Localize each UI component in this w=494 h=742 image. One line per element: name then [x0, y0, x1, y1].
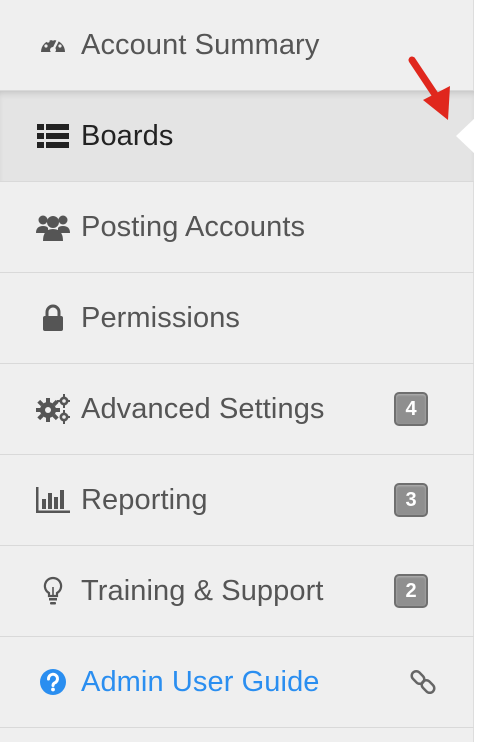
gears-icon — [36, 392, 70, 426]
dashboard-icon — [36, 28, 70, 62]
question-circle-icon — [36, 665, 70, 699]
lock-icon — [36, 301, 70, 335]
sidebar-item-advanced-settings[interactable]: Advanced Settings 4 — [0, 364, 474, 455]
sidebar-item-admin-user-guide[interactable]: Admin User Guide — [0, 637, 474, 728]
users-icon — [36, 210, 70, 244]
sidebar-item-label: Advanced Settings — [81, 392, 325, 425]
count-badge: 3 — [394, 483, 428, 517]
count-badge: 2 — [394, 574, 428, 608]
sidebar-item-label: Reporting — [81, 483, 208, 516]
sidebar-item-reporting[interactable]: Reporting 3 — [0, 455, 474, 546]
sidebar-item-account-summary[interactable]: Account Summary — [0, 0, 474, 91]
sidebar-item-label: Posting Accounts — [81, 210, 306, 243]
annotation-arrow-icon — [408, 56, 450, 120]
link-icon[interactable] — [408, 667, 438, 697]
sidebar-item-boards[interactable]: Boards — [0, 91, 474, 182]
lightbulb-icon — [36, 574, 70, 608]
sidebar-item-permissions[interactable]: Permissions — [0, 273, 474, 364]
sidebar-item-label: Account Summary — [81, 28, 320, 61]
sidebar-item-training-support[interactable]: Training & Support 2 — [0, 546, 474, 637]
sidebar-item-label: Admin User Guide — [81, 665, 320, 698]
bar-chart-icon — [36, 483, 70, 517]
active-item-caret — [456, 117, 476, 155]
sidebar-item-label: Training & Support — [81, 574, 324, 607]
count-badge: 4 — [394, 392, 428, 426]
sidebar-nav: Account Summary Boards Posting Accounts … — [0, 0, 474, 742]
sidebar-item-label: Boards — [81, 119, 174, 152]
sidebar-item-posting-accounts[interactable]: Posting Accounts — [0, 182, 474, 273]
list-icon — [36, 119, 70, 153]
sidebar-item-label: Permissions — [81, 301, 241, 334]
